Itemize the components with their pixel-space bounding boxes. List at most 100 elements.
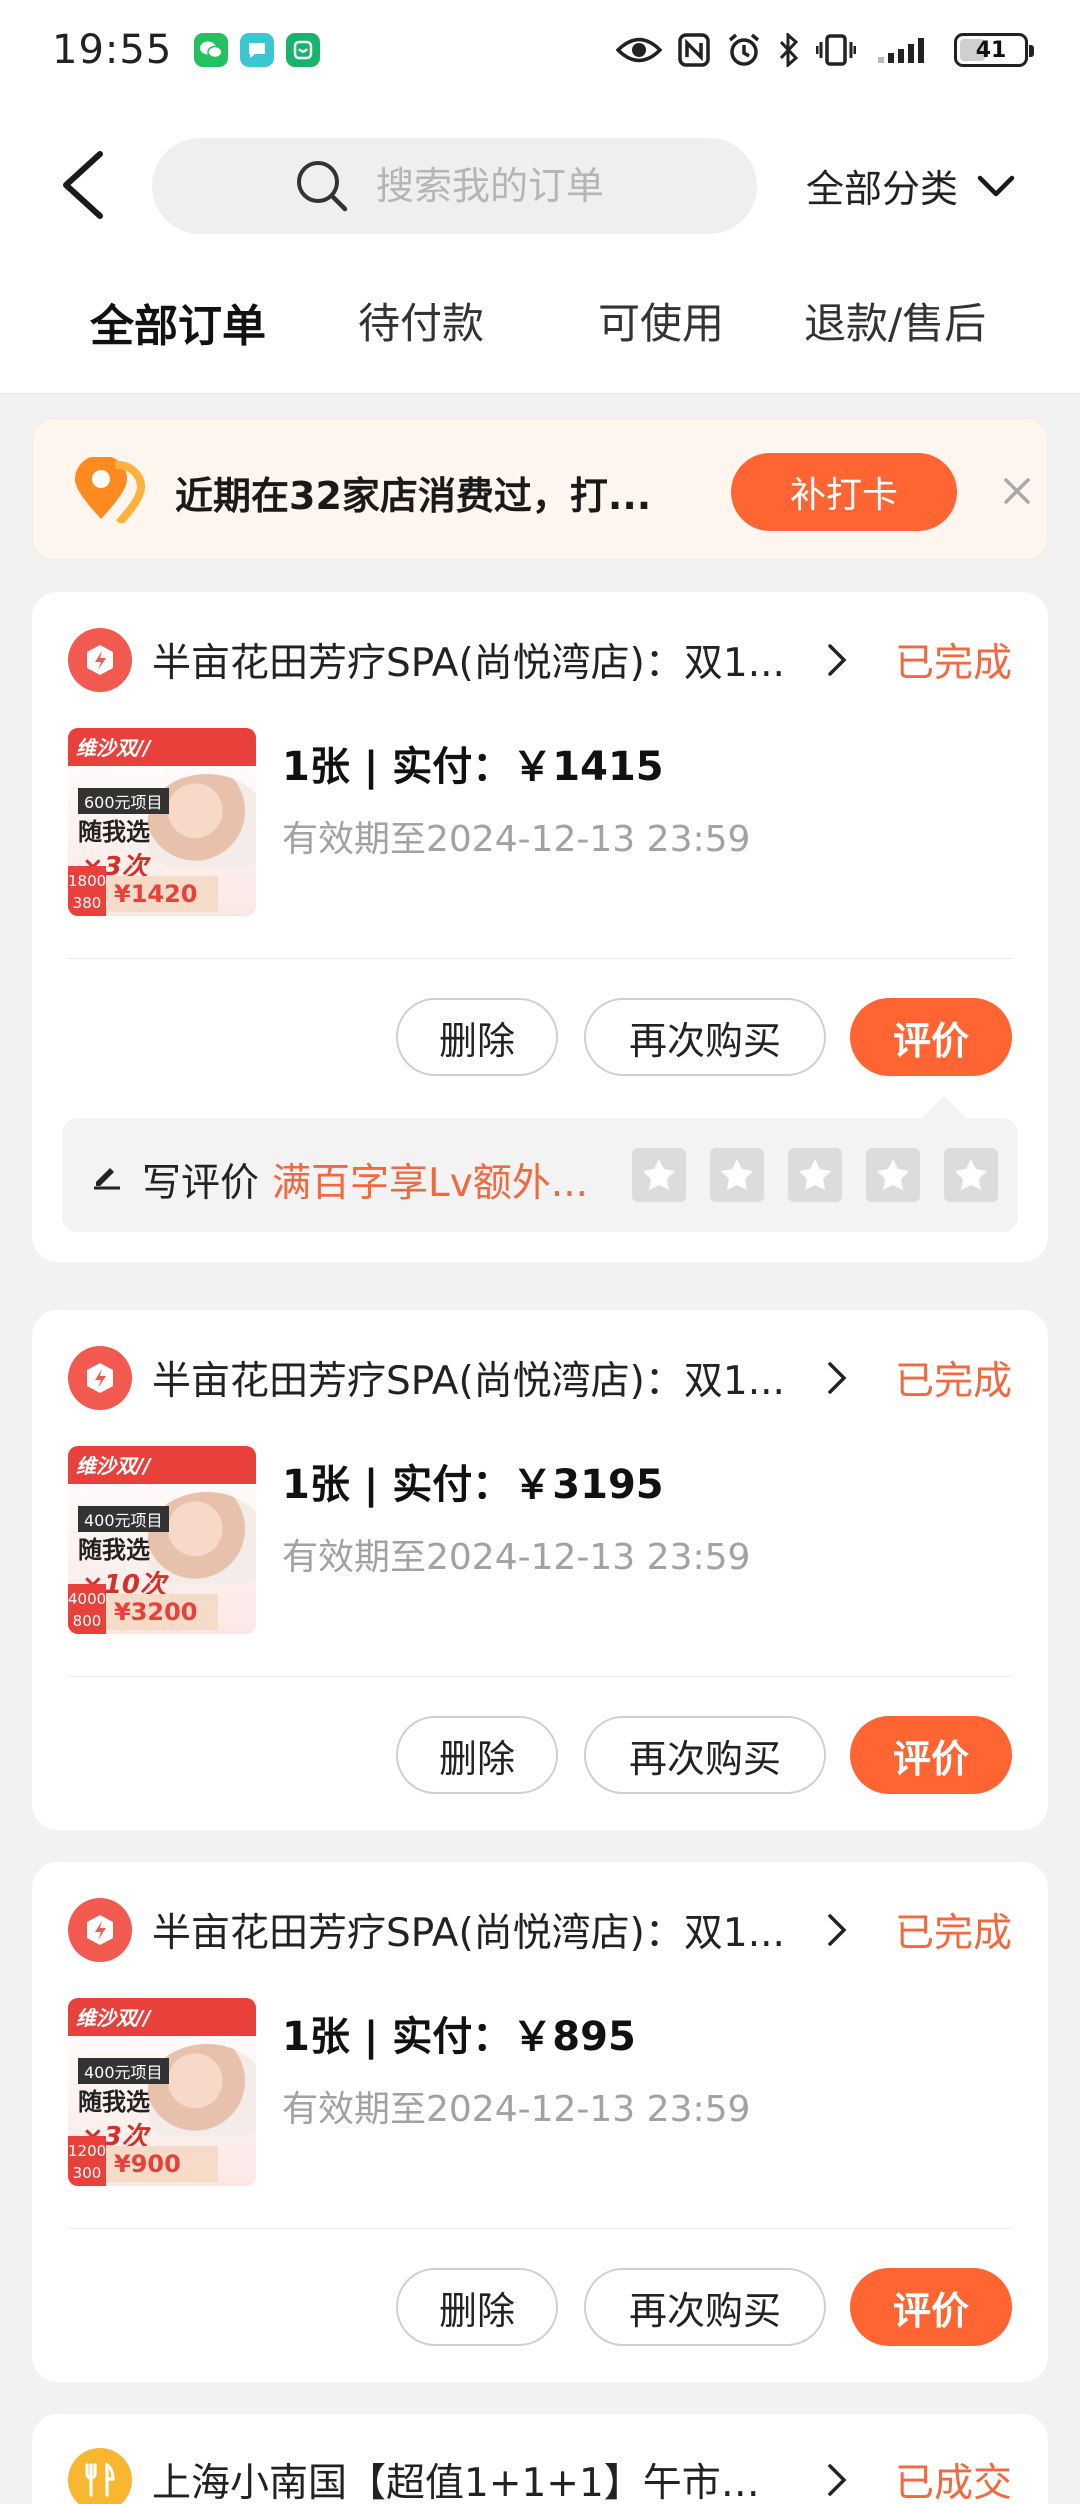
thumb-orig-price: 1800 380 [68, 866, 106, 916]
thumb-price: ¥1420 [106, 876, 218, 912]
star-rating[interactable] [632, 1148, 998, 1202]
chevron-right-icon [828, 2464, 847, 2496]
checkin-button[interactable]: 补打卡 [731, 453, 957, 531]
status-bar: 19:55 41 [52, 22, 1034, 78]
chevron-down-icon [977, 175, 1015, 196]
rebuy-button[interactable]: 再次购买 [584, 2268, 826, 2346]
app-icon [286, 33, 321, 67]
shop-row[interactable]: 半亩花田芳疗SPA(尚悦湾店)：双1... 已完成 [68, 628, 1012, 692]
star-icon[interactable] [710, 1148, 764, 1202]
delete-button[interactable]: 删除 [396, 2268, 558, 2346]
chevron-right-icon [828, 1362, 847, 1394]
delete-button[interactable]: 删除 [396, 1716, 558, 1794]
tab-label: 全部订单 [90, 301, 266, 352]
search-bar[interactable] [152, 138, 757, 234]
food-icon [68, 2448, 132, 2504]
quantity-price: 1张 | 实付：￥895 [282, 2014, 636, 2060]
validity-date: 有效期至2024-12-13 23:59 [282, 2089, 751, 2130]
shop-icon [68, 628, 132, 692]
shop-name: 半亩花田芳疗SPA(尚悦湾店)：双1... [152, 641, 785, 686]
product-thumbnail[interactable]: 维沙双// 600元项目 随我选 ×3次 1800 380 ¥1420 [68, 728, 256, 916]
message-icon [240, 33, 275, 67]
tab-usable[interactable]: 可使用 [598, 290, 724, 351]
banner-text: 近期在32家店消费过，打... [175, 474, 652, 518]
thumb-orig-top: 4000 [68, 1590, 107, 1608]
status-time: 19:55 [52, 27, 173, 73]
checkin-banner: 近期在32家店消费过，打... 补打卡 [32, 418, 1048, 560]
thumb-select: 随我选 [78, 2088, 150, 2116]
product-info: 1张 | 实付：￥3195 有效期至2024-12-13 23:59 [282, 1452, 750, 1580]
search-input[interactable] [376, 164, 736, 208]
chevron-right-icon [828, 1914, 847, 1946]
shop-name: 半亩花田芳疗SPA(尚悦湾店)：双1... [152, 1911, 785, 1956]
order-card[interactable]: 半亩花田芳疗SPA(尚悦湾店)：双1... 已完成 维沙双// 400元项目 随… [32, 1310, 1048, 1830]
close-icon[interactable] [1001, 475, 1033, 507]
thumb-orig-bottom: 800 [72, 1612, 102, 1630]
category-dropdown[interactable]: 全部分类 [806, 158, 1016, 213]
thumb-brand: 维沙双// [76, 1454, 151, 1478]
quantity-price: 1张 | 实付：￥3195 [282, 1462, 664, 1508]
thumb-orig-bottom: 380 [72, 894, 102, 912]
order-card[interactable]: 上海小南国【超值1+1+1】午市单... 已成交 [32, 2414, 1048, 2504]
category-label: 全部分类 [806, 167, 959, 211]
divider [68, 1676, 1012, 1677]
star-icon[interactable] [866, 1148, 920, 1202]
chevron-right-icon [828, 644, 847, 676]
pen-icon [94, 1168, 120, 1190]
order-card[interactable]: 半亩花田芳疗SPA(尚悦湾店)：双1... 已完成 维沙双// 400元项目 随… [32, 1862, 1048, 2382]
product-info: 1张 | 实付：￥895 有效期至2024-12-13 23:59 [282, 2004, 750, 2132]
battery-level: 41 [975, 37, 1007, 63]
shop-row[interactable]: 半亩花田芳疗SPA(尚悦湾店)：双1... 已完成 [68, 1898, 1012, 1962]
product-thumbnail[interactable]: 维沙双// 400元项目 随我选 ×10次 4000 800 ¥3200 [68, 1446, 256, 1634]
order-card[interactable]: 半亩花田芳疗SPA(尚悦湾店)：双1... 已完成 维沙双// 600元项目 随… [32, 592, 1048, 1262]
order-tabs: 全部订单 待付款 可使用 退款/售后 [0, 290, 1080, 370]
thumb-label: 400元项目 [78, 1506, 169, 1532]
thumb-orig-top: 1200 [68, 2142, 107, 2160]
location-pin-icon [75, 457, 145, 523]
notification-icons [194, 33, 321, 67]
validity-date: 有效期至2024-12-13 23:59 [282, 819, 751, 860]
review-promo: 满百字享Lv额外... [272, 1161, 588, 1206]
order-status: 已成交 [894, 2461, 1012, 2504]
thumb-brand: 维沙双// [76, 736, 151, 760]
back-arrow-icon[interactable] [56, 150, 116, 220]
thumb-price: ¥3200 [106, 1594, 218, 1630]
top-header: 19:55 41 搜索我的订单 全部分类 全部订单 待付款 可使用 退款/售后 [0, 0, 1080, 394]
review-button[interactable]: 评价 [850, 998, 1012, 1076]
battery-indicator: 41 [954, 33, 1034, 67]
product-thumbnail[interactable]: 维沙双// 400元项目 随我选 ×3次 1200 300 ¥900 [68, 1998, 256, 2186]
tab-label: 待付款 [358, 299, 485, 348]
divider [68, 2228, 1012, 2229]
thumb-orig-price: 1200 300 [68, 2136, 106, 2186]
write-review-panel[interactable]: 写评价 满百字享Lv额外... [62, 1096, 1018, 1232]
nfc-icon [678, 33, 710, 67]
shop-row[interactable]: 半亩花田芳疗SPA(尚悦湾店)：双1... 已完成 [68, 1346, 1012, 1410]
divider [68, 958, 1012, 959]
shop-row[interactable]: 上海小南国【超值1+1+1】午市单... 已成交 [68, 2448, 1012, 2504]
review-button[interactable]: 评价 [850, 1716, 1012, 1794]
star-icon[interactable] [632, 1148, 686, 1202]
search-row: 全部分类 [0, 138, 1080, 234]
thumb-orig-bottom: 300 [72, 2164, 102, 2182]
thumb-label: 600元项目 [78, 788, 169, 814]
shop-name: 半亩花田芳疗SPA(尚悦湾店)：双1... [152, 1359, 785, 1404]
wechat-icon [194, 33, 229, 67]
tab-refund[interactable]: 退款/售后 [804, 290, 986, 351]
rebuy-button[interactable]: 再次购买 [584, 1716, 826, 1794]
delete-button[interactable]: 删除 [396, 998, 558, 1076]
thumb-select: 随我选 [78, 1536, 150, 1564]
tab-label: 可使用 [598, 299, 725, 348]
write-review-label: 写评价 [142, 1161, 260, 1206]
tab-all-orders[interactable]: 全部订单 [90, 290, 266, 362]
signal-icon [878, 38, 924, 63]
order-status: 已完成 [894, 1359, 1012, 1404]
review-button[interactable]: 评价 [850, 2268, 1012, 2346]
quantity-price: 1张 | 实付：￥1415 [282, 744, 664, 790]
eye-icon [616, 37, 662, 63]
thumb-price: ¥900 [106, 2146, 218, 2182]
star-icon[interactable] [944, 1148, 998, 1202]
tab-pending-payment[interactable]: 待付款 [358, 290, 484, 351]
rebuy-button[interactable]: 再次购买 [584, 998, 826, 1076]
star-icon[interactable] [788, 1148, 842, 1202]
order-status: 已完成 [894, 641, 1012, 686]
